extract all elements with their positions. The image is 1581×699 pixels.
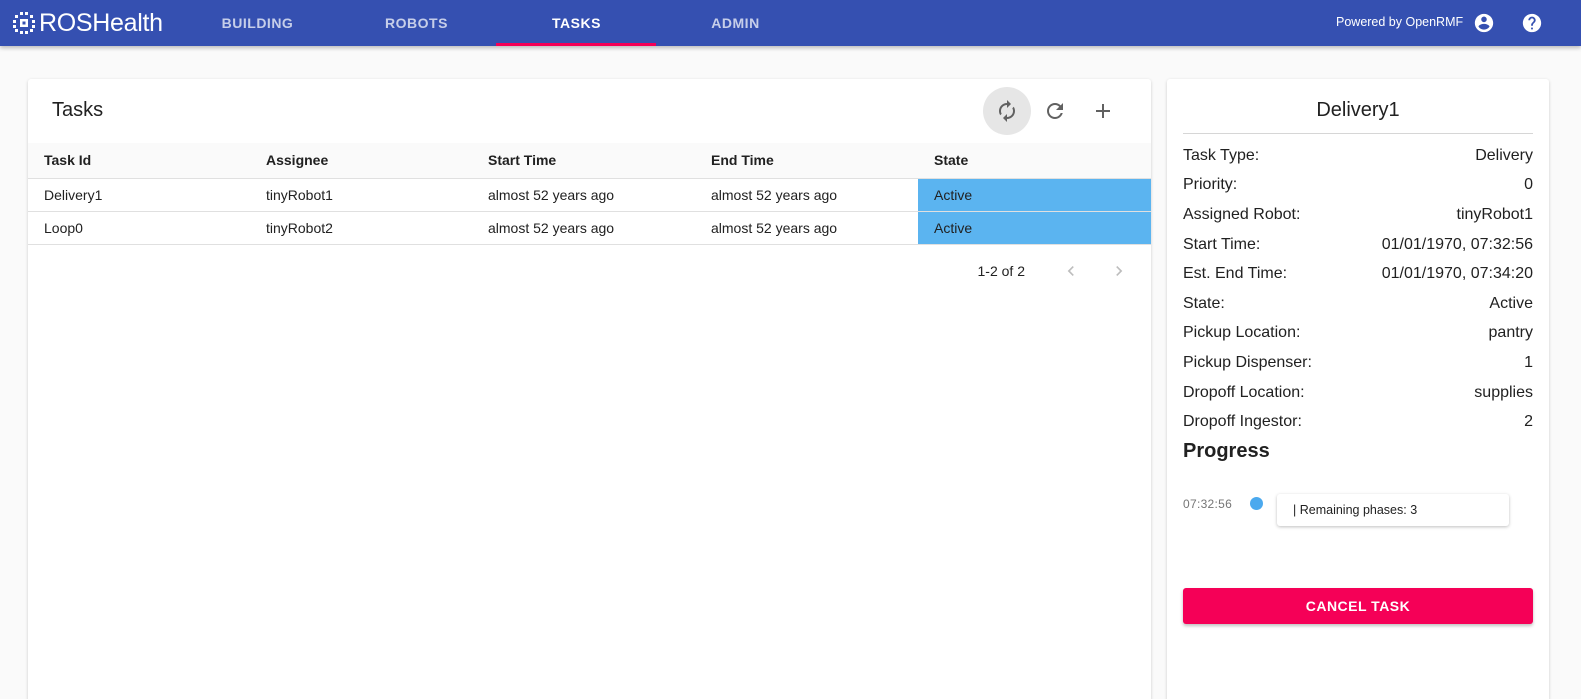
active-tab-indicator <box>496 43 656 46</box>
timeline-phase-card: | Remaining phases: 3 <box>1277 494 1509 526</box>
detail-row-est-end-time: Est. End Time: 01/01/1970, 07:34:20 <box>1183 259 1533 289</box>
cell-state: Active <box>918 178 1151 212</box>
detail-row-pickup-location: Pickup Location: pantry <box>1183 319 1533 349</box>
detail-value: tinyRobot1 <box>1456 205 1534 223</box>
tab-robots[interactable]: ROBOTS <box>337 0 496 46</box>
detail-value: 0 <box>1524 176 1533 194</box>
add-task-button[interactable] <box>1079 87 1127 135</box>
detail-row-dropoff-ingestor: Dropoff Ingestor: 2 <box>1183 407 1533 437</box>
cell-end-time: almost 52 years ago <box>695 211 918 245</box>
pagination-range: 1-2 of 2 <box>977 263 1025 279</box>
cell-assignee: tinyRobot1 <box>250 178 472 212</box>
tab-building[interactable]: BUILDING <box>178 0 337 46</box>
tasks-panel: Tasks Task Id Assignee Start Time End Ti… <box>28 79 1151 699</box>
cell-task-id: Loop0 <box>28 211 250 245</box>
cell-assignee: tinyRobot2 <box>250 211 472 245</box>
tasks-title: Tasks <box>52 99 104 121</box>
timeline-timestamp: 07:32:56 <box>1183 497 1233 511</box>
detail-divider <box>1183 133 1533 134</box>
detail-value: pantry <box>1488 324 1533 342</box>
detail-label: Dropoff Location: <box>1183 383 1305 401</box>
detail-value: 1 <box>1524 353 1533 371</box>
roshealth-logo-icon <box>13 12 35 34</box>
detail-row-state: State: Active <box>1183 289 1533 319</box>
add-icon <box>1096 104 1110 118</box>
detail-label: Dropoff Ingestor: <box>1183 413 1302 431</box>
column-header-state[interactable]: State <box>918 143 1151 179</box>
detail-value: supplies <box>1474 383 1533 401</box>
account-circle-icon[interactable] <box>1473 12 1495 34</box>
column-header-assignee[interactable]: Assignee <box>250 143 472 179</box>
column-header-start-time[interactable]: Start Time <box>472 143 695 179</box>
autorenew-icon <box>999 100 1015 122</box>
detail-value: 2 <box>1524 413 1533 431</box>
tab-tasks[interactable]: TASKS <box>497 0 656 46</box>
detail-label: Start Time: <box>1183 235 1261 253</box>
detail-label: Est. End Time: <box>1183 265 1288 283</box>
refresh-button[interactable] <box>1031 87 1079 135</box>
progress-heading: Progress <box>1183 440 1270 462</box>
detail-row-priority: Priority: 0 <box>1183 171 1533 201</box>
task-detail-panel: Delivery1 Task Type: Delivery Priority: … <box>1167 79 1549 699</box>
autorefresh-button[interactable] <box>983 87 1031 135</box>
cell-end-time: almost 52 years ago <box>695 178 918 212</box>
detail-label: Assigned Robot: <box>1183 205 1301 223</box>
table-row[interactable]: Loop0 tinyRobot2 almost 52 years ago alm… <box>28 211 1151 245</box>
column-header-end-time[interactable]: End Time <box>695 143 918 179</box>
detail-value: Active <box>1489 294 1533 312</box>
cell-task-id: Delivery1 <box>28 178 250 212</box>
chevron-right-icon <box>1116 266 1123 276</box>
detail-value: Delivery <box>1475 146 1533 164</box>
app-bar: ROSHealth BUILDING ROBOTS TASKS ADMIN Po… <box>0 0 1581 46</box>
next-page-button[interactable] <box>1107 259 1131 283</box>
detail-label: Pickup Location: <box>1183 324 1301 342</box>
detail-row-dropoff-location: Dropoff Location: supplies <box>1183 378 1533 408</box>
detail-row-task-type: Task Type: Delivery <box>1183 141 1533 171</box>
detail-row-pickup-dispenser: Pickup Dispenser: 1 <box>1183 348 1533 378</box>
tasks-table: Task Id Assignee Start Time End Time Sta… <box>28 143 1151 245</box>
cell-state: Active <box>918 211 1151 245</box>
tab-admin[interactable]: ADMIN <box>656 0 815 46</box>
detail-title: Delivery1 <box>1316 99 1400 121</box>
help-circle-icon[interactable] <box>1521 12 1543 34</box>
column-header-task-id[interactable]: Task Id <box>28 143 250 179</box>
detail-value: 01/01/1970, 07:34:20 <box>1381 265 1533 283</box>
detail-row-start-time: Start Time: 01/01/1970, 07:32:56 <box>1183 230 1533 260</box>
table-pagination: 1-2 of 2 <box>978 259 1131 283</box>
table-row[interactable]: Delivery1 tinyRobot1 almost 52 years ago… <box>28 178 1151 212</box>
detail-label: Priority: <box>1183 176 1238 194</box>
cell-start-time: almost 52 years ago <box>472 178 695 212</box>
table-header-row: Task Id Assignee Start Time End Time Sta… <box>28 143 1151 179</box>
brand-name: ROSHealth <box>39 9 163 37</box>
detail-value: 01/01/1970, 07:32:56 <box>1381 235 1533 253</box>
refresh-icon <box>1047 103 1063 119</box>
previous-page-button[interactable] <box>1059 259 1083 283</box>
cell-start-time: almost 52 years ago <box>472 211 695 245</box>
detail-label: State: <box>1183 294 1225 312</box>
timeline-dot <box>1250 497 1263 510</box>
detail-row-assigned-robot: Assigned Robot: tinyRobot1 <box>1183 200 1533 230</box>
powered-by-text: Powered by OpenRMF <box>1336 15 1464 29</box>
chevron-left-icon <box>1067 266 1074 276</box>
detail-label: Pickup Dispenser: <box>1183 353 1312 371</box>
detail-label: Task Type: <box>1183 146 1260 164</box>
cancel-task-button[interactable]: CANCEL TASK <box>1183 588 1533 624</box>
detail-list: Task Type: Delivery Priority: 0 Assigned… <box>1183 141 1533 437</box>
brand-logo[interactable]: ROSHealth <box>12 8 163 38</box>
